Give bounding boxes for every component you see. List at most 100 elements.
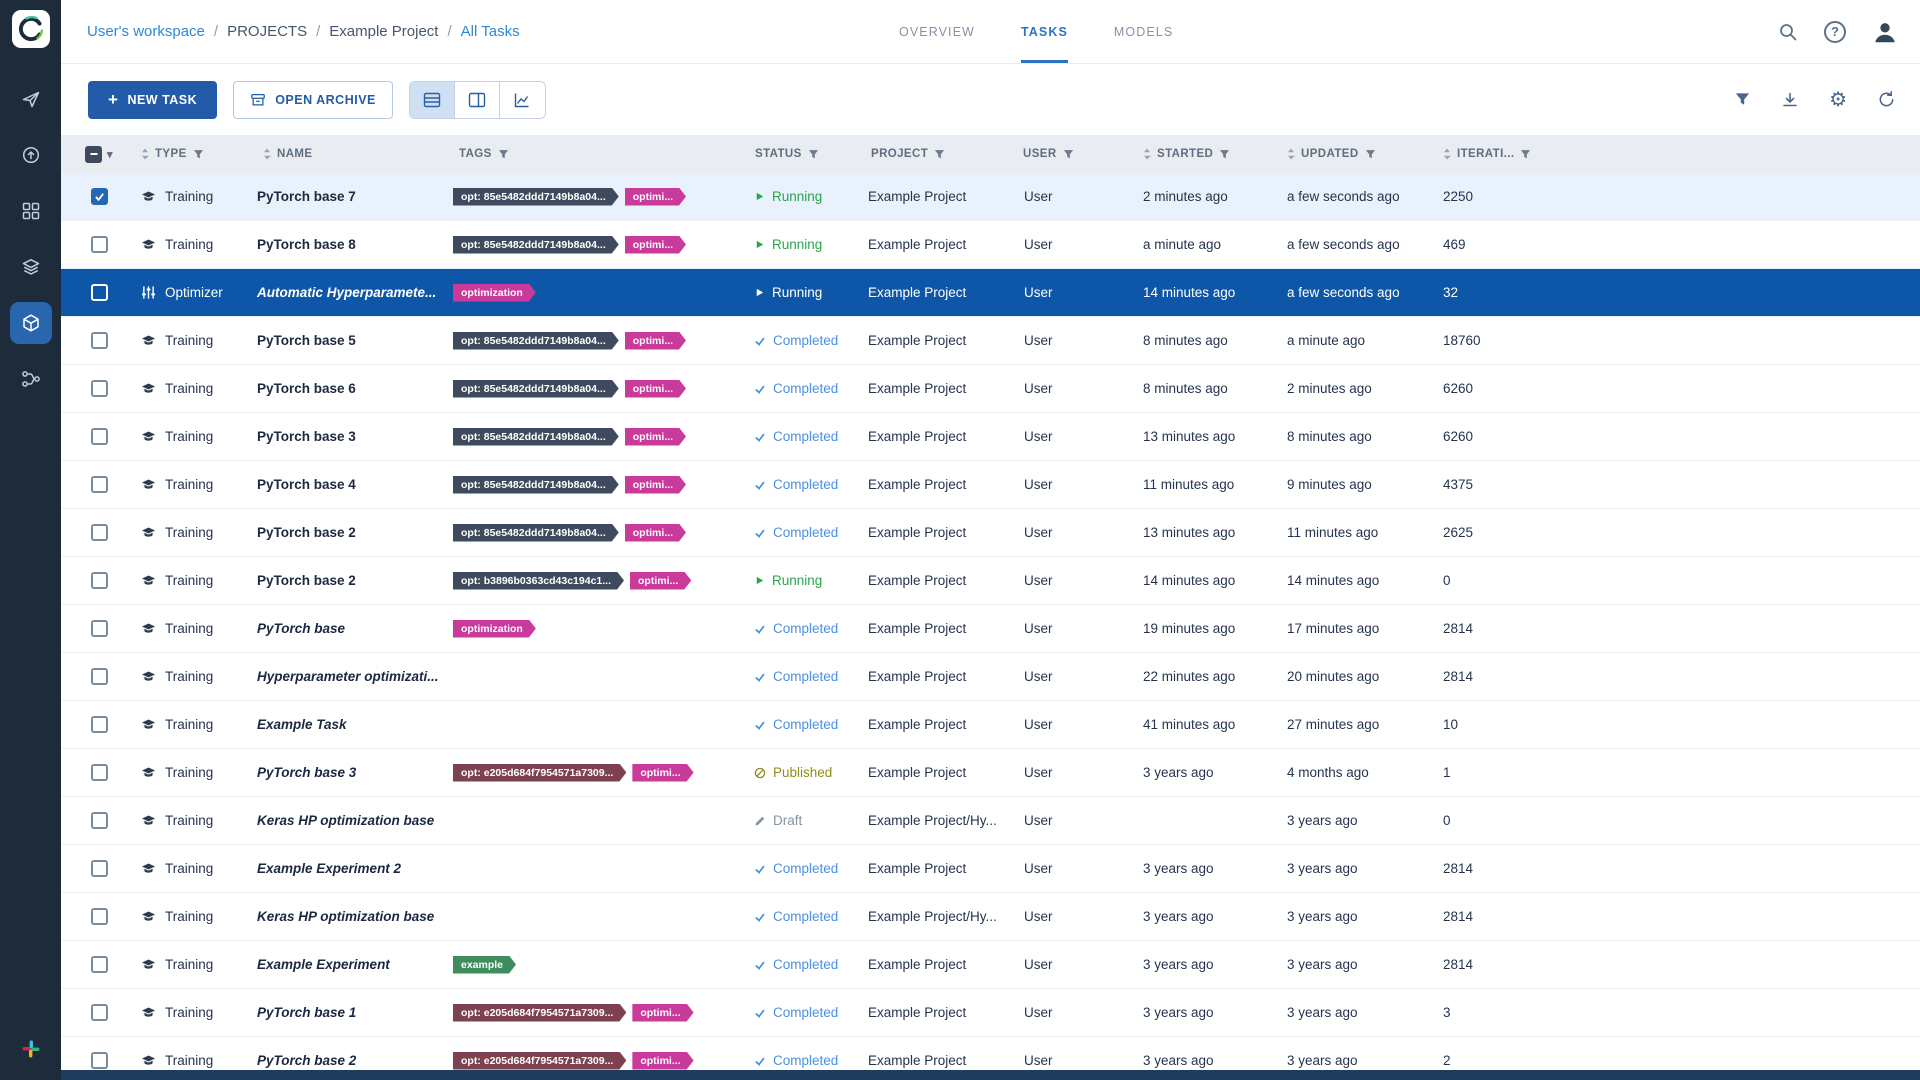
task-name[interactable]: Hyperparameter optimizati...	[247, 669, 447, 684]
nav-projects-cube-icon[interactable]	[10, 302, 52, 344]
row-checkbox[interactable]	[73, 1004, 125, 1021]
tag[interactable]: optimi...	[625, 428, 686, 446]
tag[interactable]: example	[453, 956, 516, 974]
task-name[interactable]: PyTorch base 8	[247, 237, 447, 252]
download-icon[interactable]	[1781, 91, 1799, 109]
task-name[interactable]: PyTorch base 3	[247, 765, 447, 780]
nav-datasets-layers-icon[interactable]	[10, 246, 52, 288]
column-header-user[interactable]: USER	[1011, 148, 1139, 160]
table-row[interactable]: TrainingExample TaskCompletedExample Pro…	[61, 701, 1920, 749]
tag[interactable]: optimi...	[625, 236, 686, 254]
nav-pipelines-icon[interactable]	[10, 358, 52, 400]
filter-icon[interactable]	[808, 149, 819, 160]
tab-tasks[interactable]: TASKS	[1021, 0, 1068, 63]
tag[interactable]: optimi...	[625, 380, 686, 398]
tag[interactable]: opt: 85e5482ddd7149b8a04...	[453, 476, 619, 494]
chart-view-toggle[interactable]	[500, 82, 545, 118]
row-checkbox[interactable]	[73, 620, 125, 637]
task-name[interactable]: Keras HP optimization base	[247, 909, 447, 924]
row-checkbox[interactable]	[73, 572, 125, 589]
task-name[interactable]: Automatic Hyperparamete...	[247, 285, 447, 300]
table-row[interactable]: TrainingPyTorch base 6opt: 85e5482ddd714…	[61, 365, 1920, 413]
column-header-project[interactable]: PROJECT	[859, 148, 1011, 160]
task-name[interactable]: PyTorch base 2	[247, 1053, 447, 1068]
table-row[interactable]: TrainingExample Experiment 2CompletedExa…	[61, 845, 1920, 893]
row-checkbox[interactable]	[73, 284, 125, 301]
breadcrumb-workspace[interactable]: User's workspace	[87, 23, 205, 40]
tag[interactable]: optimi...	[632, 1004, 693, 1022]
column-header-iterations[interactable]: ITERATI...	[1439, 148, 1920, 160]
filter-icon[interactable]	[1520, 149, 1531, 160]
table-row[interactable]: TrainingPyTorch base 5opt: 85e5482ddd714…	[61, 317, 1920, 365]
tag[interactable]: optimi...	[625, 332, 686, 350]
row-checkbox[interactable]	[73, 380, 125, 397]
filter-icon[interactable]	[1734, 91, 1751, 108]
breadcrumb-section[interactable]: PROJECTS	[227, 23, 307, 40]
task-name[interactable]: PyTorch base 2	[247, 525, 447, 540]
tag[interactable]: opt: 85e5482ddd7149b8a04...	[453, 428, 619, 446]
table-row[interactable]: TrainingExample ExperimentexampleComplet…	[61, 941, 1920, 989]
search-icon[interactable]	[1778, 22, 1798, 42]
table-row[interactable]: TrainingPyTorch base 7opt: 85e5482ddd714…	[61, 173, 1920, 221]
clearml-logo[interactable]	[12, 10, 50, 48]
tag[interactable]: optimi...	[625, 188, 686, 206]
filter-icon[interactable]	[934, 149, 945, 160]
nav-apps-grid-icon[interactable]	[10, 190, 52, 232]
row-checkbox[interactable]	[73, 236, 125, 253]
row-checkbox[interactable]	[73, 188, 125, 205]
table-row[interactable]: TrainingPyTorch base 4opt: 85e5482ddd714…	[61, 461, 1920, 509]
column-header-type[interactable]: TYPE	[125, 148, 247, 160]
settings-gear-icon[interactable]: ⚙	[1829, 90, 1847, 110]
split-view-toggle[interactable]	[455, 82, 500, 118]
task-name[interactable]: PyTorch base 3	[247, 429, 447, 444]
tag[interactable]: opt: e205d684f7954571a7309...	[453, 764, 626, 782]
sort-icon[interactable]	[1443, 148, 1451, 160]
task-name[interactable]: PyTorch base 5	[247, 333, 447, 348]
tag[interactable]: optimization	[453, 284, 536, 302]
row-checkbox[interactable]	[73, 476, 125, 493]
select-dropdown-caret-icon[interactable]: ▾	[107, 148, 113, 161]
column-header-name[interactable]: NAME	[247, 148, 447, 160]
tag[interactable]: optimi...	[632, 764, 693, 782]
tag[interactable]: opt: 85e5482ddd7149b8a04...	[453, 188, 619, 206]
tag[interactable]: opt: 85e5482ddd7149b8a04...	[453, 380, 619, 398]
filter-icon[interactable]	[498, 149, 509, 160]
task-name[interactable]: PyTorch base 4	[247, 477, 447, 492]
select-all-checkbox-box[interactable]	[85, 146, 102, 163]
table-row[interactable]: OptimizerAutomatic Hyperparamete...optim…	[61, 269, 1920, 317]
row-checkbox[interactable]	[73, 860, 125, 877]
table-row[interactable]: TrainingKeras HP optimization baseDraftE…	[61, 797, 1920, 845]
row-checkbox[interactable]	[73, 956, 125, 973]
filter-icon[interactable]	[1219, 149, 1230, 160]
tag[interactable]: optimi...	[625, 476, 686, 494]
tag[interactable]: opt: 85e5482ddd7149b8a04...	[453, 524, 619, 542]
select-all-checkbox[interactable]: ▾	[73, 146, 125, 163]
row-checkbox[interactable]	[73, 764, 125, 781]
task-name[interactable]: PyTorch base 6	[247, 381, 447, 396]
task-name[interactable]: PyTorch base 1	[247, 1005, 447, 1020]
row-checkbox[interactable]	[73, 668, 125, 685]
table-row[interactable]: TrainingPyTorch base 3opt: 85e5482ddd714…	[61, 413, 1920, 461]
slack-icon[interactable]	[21, 1039, 41, 1064]
nav-launch-icon[interactable]	[10, 78, 52, 120]
tab-models[interactable]: MODELS	[1114, 0, 1173, 63]
table-row[interactable]: TrainingPyTorch base 2opt: b3896b0363cd4…	[61, 557, 1920, 605]
tag[interactable]: optimi...	[632, 1052, 693, 1070]
row-checkbox[interactable]	[73, 428, 125, 445]
table-row[interactable]: TrainingPyTorch base 2opt: 85e5482ddd714…	[61, 509, 1920, 557]
column-header-updated[interactable]: UPDATED	[1283, 148, 1439, 160]
filter-icon[interactable]	[193, 149, 204, 160]
row-checkbox[interactable]	[73, 908, 125, 925]
user-avatar-icon[interactable]	[1872, 19, 1898, 45]
row-checkbox[interactable]	[73, 716, 125, 733]
row-checkbox[interactable]	[73, 812, 125, 829]
task-name[interactable]: PyTorch base	[247, 621, 447, 636]
tag[interactable]: opt: e205d684f7954571a7309...	[453, 1052, 626, 1070]
filter-icon[interactable]	[1365, 149, 1376, 160]
table-view-toggle[interactable]	[410, 82, 455, 118]
task-name[interactable]: Example Experiment 2	[247, 861, 447, 876]
open-archive-button[interactable]: OPEN ARCHIVE	[233, 81, 393, 119]
row-checkbox[interactable]	[73, 332, 125, 349]
filter-icon[interactable]	[1063, 149, 1074, 160]
help-icon[interactable]: ?	[1824, 21, 1846, 43]
